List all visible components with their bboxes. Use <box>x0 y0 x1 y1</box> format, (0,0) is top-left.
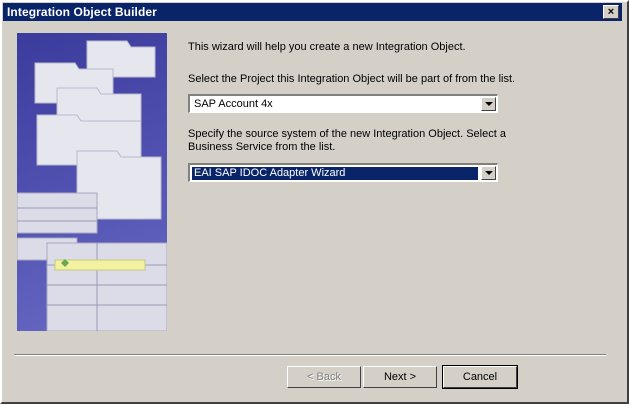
chevron-down-icon <box>485 171 493 175</box>
wizard-dialog: Integration Object Builder × This wizard… <box>0 0 629 404</box>
project-select[interactable]: SAP Account 4x <box>188 94 498 113</box>
business-service-select-value: EAI SAP IDOC Adapter Wizard <box>191 166 479 181</box>
close-button[interactable]: × <box>603 5 619 19</box>
wizard-artwork <box>17 33 167 331</box>
cancel-button[interactable]: Cancel <box>442 365 518 389</box>
separator <box>14 354 606 356</box>
project-label: Select the Project this Integration Obje… <box>188 73 516 85</box>
chevron-down-icon <box>485 102 493 106</box>
intro-text: This wizard will help you create a new I… <box>188 41 466 53</box>
project-dropdown-button[interactable] <box>481 97 496 111</box>
close-icon: × <box>607 6 615 18</box>
back-button[interactable]: < Back <box>287 366 361 388</box>
project-select-value: SAP Account 4x <box>194 98 273 110</box>
source-label-line1: Specify the source system of the new Int… <box>188 128 506 140</box>
next-button[interactable]: Next > <box>363 366 437 388</box>
folders-illustration <box>17 40 167 331</box>
window-title: Integration Object Builder <box>7 5 157 19</box>
source-label-line2: Business Service from the list. <box>188 141 336 153</box>
business-service-select[interactable]: EAI SAP IDOC Adapter Wizard <box>188 163 498 182</box>
title-bar[interactable]: Integration Object Builder × <box>3 3 622 21</box>
business-service-dropdown-button[interactable] <box>481 166 496 180</box>
